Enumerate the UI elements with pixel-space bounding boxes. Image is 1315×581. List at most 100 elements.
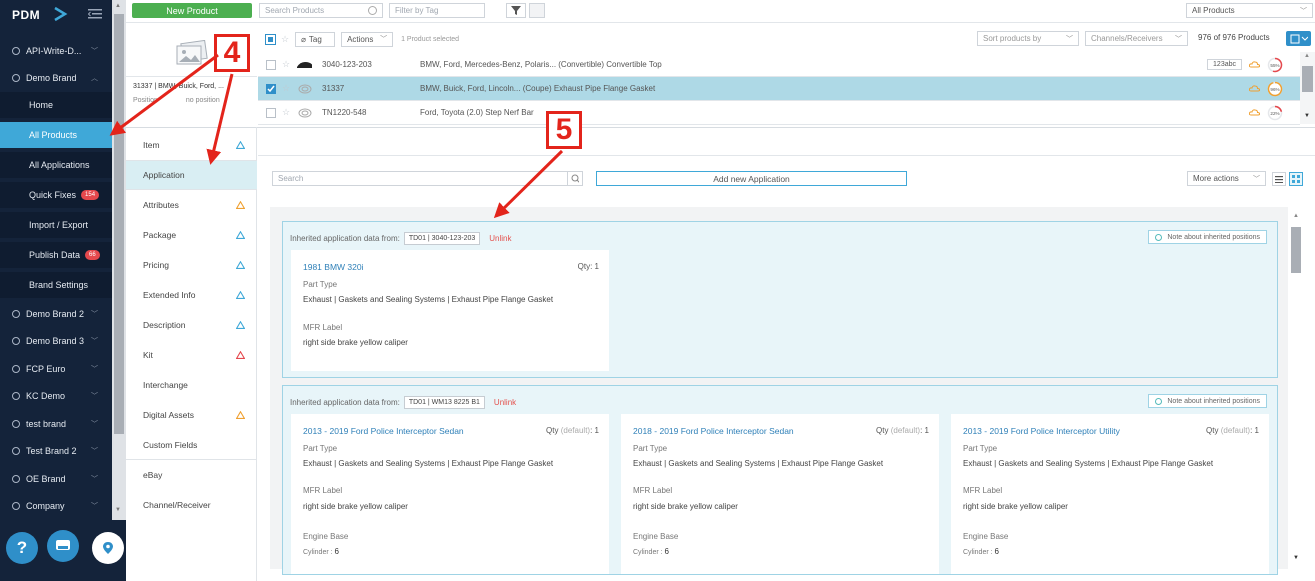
list-scrollbar-thumb[interactable] — [1302, 66, 1313, 92]
applications-scrollbar-thumb[interactable] — [1291, 227, 1301, 273]
product-number[interactable]: 3040-123-203 — [322, 60, 372, 69]
select-all-checkbox[interactable] — [265, 33, 276, 45]
nav-item-quick-fixes[interactable]: Quick Fixes 154 — [0, 182, 112, 208]
clear-icon[interactable] — [368, 6, 377, 15]
nav-item-fcp-euro[interactable]: FCP Euro ﹀ — [0, 356, 112, 382]
tab-extended-info[interactable]: Extended Info — [126, 280, 257, 310]
nav-item-company[interactable]: Company ﹀ — [0, 493, 112, 519]
list-view-button[interactable] — [1272, 172, 1286, 186]
row-checkbox[interactable] — [266, 59, 276, 70]
tab-description[interactable]: Description — [126, 310, 257, 340]
product-row[interactable]: ☆ TN1220-548 Ford, Toyota (2.0) Step Nerf … — [258, 101, 1300, 125]
nav-scrollbar-thumb[interactable] — [114, 14, 124, 434]
scroll-up-icon[interactable]: ▲ — [115, 3, 121, 9]
nav-badge: 66 — [85, 250, 100, 260]
clear-filter-button[interactable] — [529, 3, 545, 18]
nav-item-publish-data[interactable]: Publish Data 66 — [0, 242, 112, 268]
scroll-up-icon[interactable]: ▲ — [1304, 53, 1310, 59]
add-new-application-button[interactable]: Add new Application — [596, 171, 907, 186]
tab-item[interactable]: Item — [126, 130, 257, 160]
help-icon[interactable]: ? — [6, 532, 38, 564]
tab-application[interactable]: Application — [126, 160, 257, 190]
row-checkbox[interactable] — [266, 107, 276, 118]
export-view-button[interactable] — [1286, 31, 1311, 46]
star-icon[interactable]: ☆ — [281, 34, 289, 45]
unlink-link[interactable]: Unlink — [489, 234, 511, 243]
filter-by-tag-input[interactable]: Filter by Tag — [389, 3, 485, 18]
channels-receivers-select[interactable]: Channels/Receivers ﹀ — [1085, 31, 1188, 46]
qty-default: (default) — [1220, 426, 1251, 435]
chevron-down-icon: ﹀ — [1253, 175, 1260, 183]
tab-custom-fields[interactable]: Custom Fields — [126, 430, 257, 460]
menu-collapse-icon[interactable] — [88, 8, 102, 20]
nav-item-demo-brand-2[interactable]: Demo Brand 2 ﹀ — [0, 301, 112, 327]
warning-triangle-icon — [236, 321, 245, 329]
application-card[interactable]: 2018 - 2019 Ford Police Interceptor Seda… — [621, 414, 939, 574]
sort-products-select[interactable]: Sort products by ﹀ — [977, 31, 1079, 46]
application-card[interactable]: 2013 - 2019 Ford Police Interceptor Seda… — [291, 414, 609, 574]
nav-item-api-write-d[interactable]: API-Write-D... ﹀ — [0, 38, 112, 64]
note-inherited-positions-button[interactable]: Note about inherited positions — [1148, 230, 1267, 244]
applications-scrollbar[interactable]: ▲ ▼ — [1289, 211, 1303, 569]
application-title[interactable]: 2018 - 2019 Ford Police Interceptor Seda… — [633, 426, 794, 436]
tab-attributes[interactable]: Attributes — [126, 190, 257, 220]
tab-kit[interactable]: Kit — [126, 340, 257, 370]
qty-label: Qty — [876, 426, 889, 435]
tag-button[interactable]: ⌀ Tag — [295, 31, 336, 47]
list-scrollbar[interactable]: ▲ ▼ — [1300, 52, 1315, 124]
tab-ebay[interactable]: eBay — [126, 460, 257, 490]
chat-icon[interactable] — [47, 530, 79, 562]
scroll-down-icon[interactable]: ▼ — [1293, 555, 1299, 561]
product-number[interactable]: 31337 — [322, 84, 344, 93]
scroll-up-icon[interactable]: ▲ — [1293, 213, 1299, 219]
scroll-down-icon[interactable]: ▼ — [1304, 113, 1310, 119]
nav-scrollbar[interactable]: ▲ ▼ — [112, 0, 126, 520]
note-inherited-positions-button[interactable]: Note about inherited positions — [1148, 394, 1267, 408]
application-card[interactable]: 2013 - 2019 Ford Police Interceptor Util… — [951, 414, 1269, 574]
nav-item-demo-brand[interactable]: Demo Brand ︿ — [0, 65, 112, 91]
nav-item-test-brand[interactable]: test brand ﹀ — [0, 411, 112, 437]
new-product-button[interactable]: New Product — [132, 3, 252, 18]
tab-interchange[interactable]: Interchange — [126, 370, 257, 400]
nav-item-import-export[interactable]: Import / Export — [0, 212, 112, 238]
nav-item-all-products[interactable]: All Products — [0, 122, 112, 148]
tab-package[interactable]: Package — [126, 220, 257, 250]
left-navigation: PDM API-Write-D... ﹀ Demo Brand ︿ Home All Pr… — [0, 0, 126, 581]
product-row[interactable]: ☆ 3040-123-203 BMW, Ford, Mercedes-Benz, P… — [258, 53, 1300, 77]
application-title[interactable]: 2013 - 2019 Ford Police Interceptor Util… — [963, 426, 1120, 436]
grid-view-button[interactable] — [1289, 172, 1303, 186]
application-search-input[interactable]: Search — [272, 171, 568, 186]
tab-pricing[interactable]: Pricing — [126, 250, 257, 280]
nav-item-test-brand-2[interactable]: Test Brand 2 ﹀ — [0, 438, 112, 464]
product-thumbnail-icon — [297, 61, 313, 68]
star-icon[interactable]: ☆ — [282, 59, 290, 70]
nav-item-brand-settings[interactable]: Brand Settings — [0, 272, 112, 298]
search-products-placeholder: Search Products — [265, 6, 325, 15]
application-card[interactable]: 1981 BMW 320i Qty: 1 Part Type Exhaust |… — [291, 250, 609, 371]
warning-triangle-icon — [236, 291, 245, 299]
nav-item-demo-brand-3[interactable]: Demo Brand 3 ﹀ — [0, 328, 112, 354]
product-row[interactable]: ☆ 31337 BMW, Buick, Ford, Lincoln... (Coup… — [258, 77, 1300, 101]
search-products-input[interactable]: Search Products — [259, 3, 383, 18]
more-actions-select[interactable]: More actions ﹀ — [1187, 171, 1266, 186]
all-products-select[interactable]: All Products ﹀ — [1186, 3, 1313, 18]
tab-digital-assets[interactable]: Digital Assets — [126, 400, 257, 430]
tab-channel-receiver[interactable]: Channel/Receiver — [126, 490, 257, 520]
actions-select[interactable]: Actions ﹀ — [341, 31, 394, 47]
star-icon[interactable]: ☆ — [282, 107, 290, 118]
nav-item-all-applications[interactable]: All Applications — [0, 152, 112, 178]
nav-item-kc-demo[interactable]: KC Demo ﹀ — [0, 383, 112, 409]
product-number[interactable]: TN1220-548 — [322, 108, 366, 117]
nav-item-home[interactable]: Home — [0, 92, 112, 118]
filter-funnel-button[interactable] — [506, 3, 526, 18]
location-icon[interactable] — [92, 532, 124, 564]
application-title[interactable]: 1981 BMW 320i — [303, 262, 363, 272]
annotation-arrow-to-all-products — [109, 53, 219, 136]
unlink-link[interactable]: Unlink — [494, 398, 516, 407]
search-button[interactable] — [567, 171, 583, 186]
application-title[interactable]: 2013 - 2019 Ford Police Interceptor Seda… — [303, 426, 464, 436]
nav-item-oe-brand[interactable]: OE Brand ﹀ — [0, 466, 112, 492]
scroll-down-icon[interactable]: ▼ — [115, 507, 121, 513]
star-icon[interactable]: ☆ — [282, 83, 290, 94]
row-checkbox[interactable] — [266, 83, 276, 94]
